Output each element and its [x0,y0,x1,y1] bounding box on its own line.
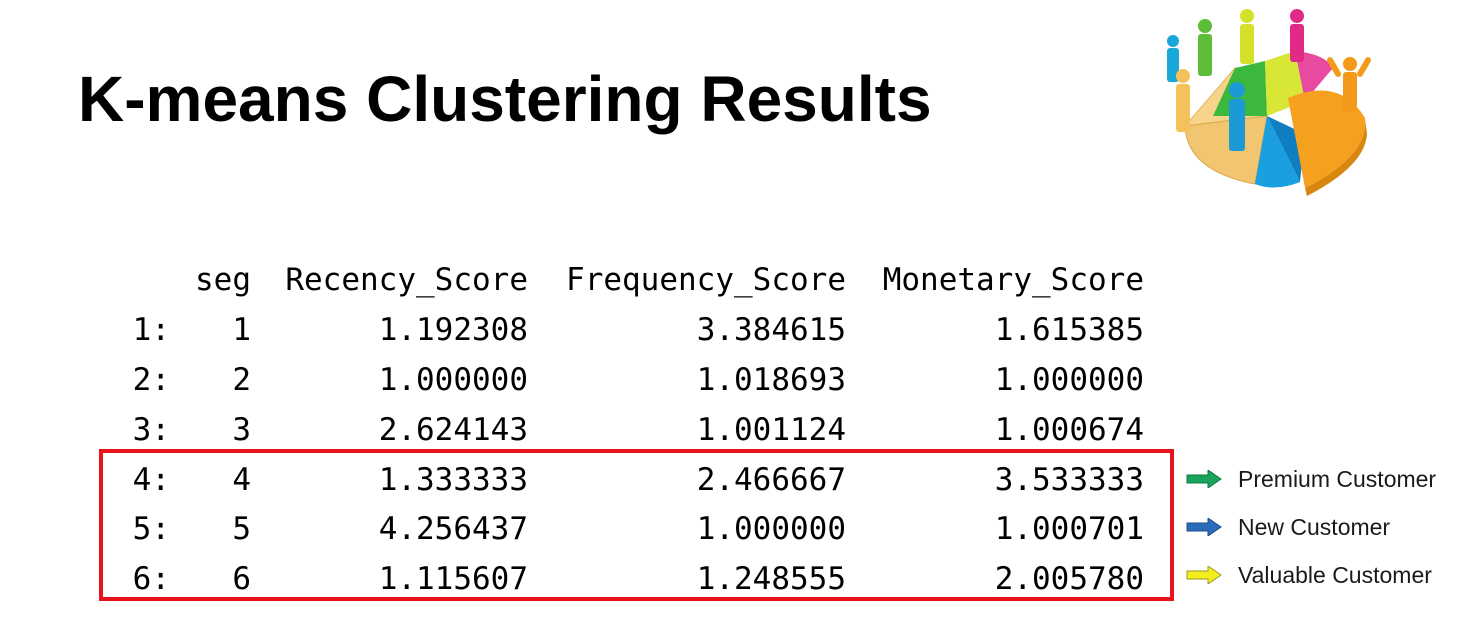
cell-frequency: 1.001124 [696,412,846,448]
cell-recency: 1.000000 [378,362,528,398]
legend-label: Valuable Customer [1238,562,1432,588]
legend-label: New Customer [1238,514,1391,540]
arrow-right-icon [1186,470,1222,488]
cell-monetary: 1.000000 [994,362,1144,398]
legend-label: Premium Customer [1238,466,1437,492]
cell-seg: 2 [232,362,251,398]
header-monetary-score: Monetary_Score [882,262,1144,298]
header-seg: seg [195,262,251,298]
highlight-box [99,449,1174,601]
cell-seg: 1 [232,312,251,348]
people-pie-chart-icon [1167,9,1371,196]
cell-monetary: 1.615385 [994,312,1144,348]
arrow-right-icon [1186,566,1222,584]
slide-title: K-means Clustering Results [78,63,932,135]
cell-frequency: 3.384615 [696,312,846,348]
cell-monetary: 1.000674 [994,412,1144,448]
cell-recency: 2.624143 [378,412,528,448]
row-index: 2: [132,362,170,398]
header-frequency-score: Frequency_Score [566,262,846,298]
header-recency-score: Recency_Score [285,262,528,298]
cell-frequency: 1.018693 [696,362,846,398]
row-index: 3: [132,412,170,448]
cell-recency: 1.192308 [378,312,528,348]
cell-seg: 3 [232,412,251,448]
row-index: 1: [132,312,170,348]
arrow-right-icon [1186,518,1222,536]
